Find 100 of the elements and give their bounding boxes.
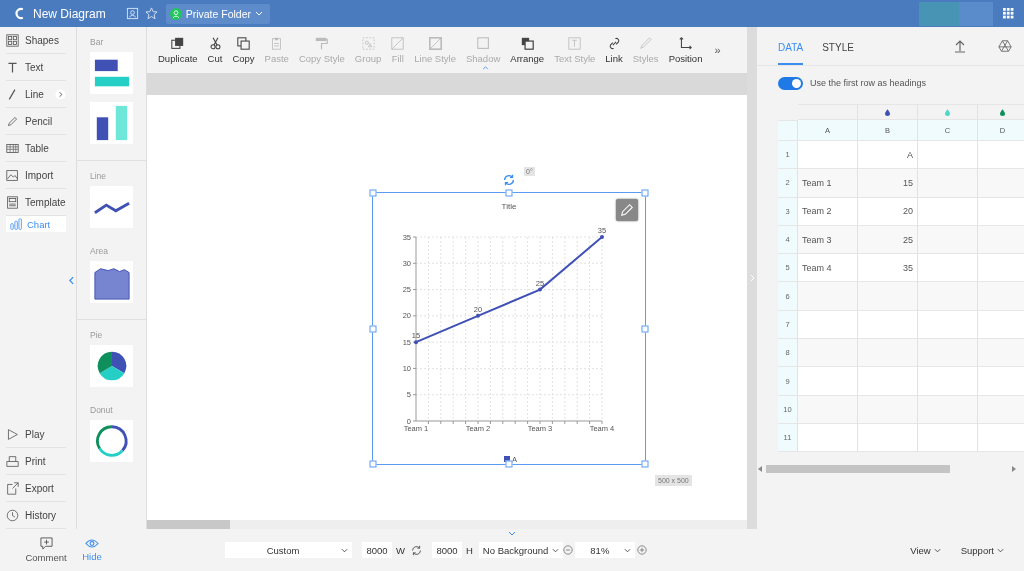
table-cell[interactable] [918,367,978,396]
toolbar-button[interactable]: Cut [207,36,223,64]
series-color-cell[interactable] [918,104,978,120]
toolbar-button[interactable]: Position [668,36,703,64]
table-cell[interactable]: Team 4 [798,254,858,283]
table-cell[interactable]: 25 [858,225,918,255]
table-cell[interactable] [858,423,918,453]
toggle-switch[interactable] [778,76,803,90]
selection-frame[interactable] [372,192,646,465]
apps-grid-icon[interactable] [1003,8,1014,19]
scrollbar-thumb[interactable] [147,520,230,529]
table-cell[interactable]: 20 [858,197,918,226]
table-cell[interactable] [978,367,1024,396]
resize-handle[interactable] [369,460,377,468]
table-cell[interactable]: 35 [858,254,918,283]
scroll-right-icon[interactable] [1012,465,1016,472]
resize-handle[interactable] [641,460,649,468]
rotate-handle-icon[interactable] [502,173,516,187]
page-size-select[interactable]: Custom [225,542,352,558]
table-cell[interactable] [978,169,1024,198]
swap-icon[interactable] [410,544,422,556]
table-cell[interactable] [978,423,1024,453]
resize-handle[interactable] [369,325,377,332]
panel-tab[interactable]: STYLE [822,27,854,65]
table-cell[interactable] [798,339,858,368]
more-tools-button[interactable]: » [714,44,721,56]
chart-thumbnail[interactable] [90,420,133,462]
table-cell[interactable] [978,254,1024,283]
color-drop-icon[interactable] [1000,108,1005,116]
resize-handle[interactable] [641,189,649,197]
table-cell[interactable] [798,310,858,340]
color-drop-icon[interactable] [945,108,950,116]
table-cell[interactable] [798,367,858,396]
sidebar-item[interactable]: Shapes [6,27,66,54]
table-cell[interactable] [918,282,978,311]
edit-button[interactable] [616,199,638,221]
table-cell[interactable] [798,395,858,424]
toolbar-button[interactable]: Copy [232,36,255,64]
collapse-icon[interactable] [69,276,74,285]
width-field[interactable]: 8000 [362,542,392,558]
toolbar-button[interactable]: Link [605,36,623,64]
table-cell[interactable]: Team 2 [798,197,858,226]
sidebar-item[interactable]: Print [6,448,66,475]
sidebar-item[interactable]: Text [6,54,66,81]
table-cell[interactable] [918,254,978,283]
color-drop-icon[interactable] [885,108,890,116]
sidebar-item[interactable]: Pencil [6,108,66,135]
expand-icon[interactable] [508,531,516,536]
chart-thumbnail[interactable] [90,345,133,387]
table-cell[interactable]: Team 1 [798,169,858,198]
scrollbar-thumb[interactable] [766,464,950,473]
collapse-icon[interactable] [482,66,489,70]
table-cell[interactable] [918,310,978,340]
table-cell[interactable] [858,395,918,424]
sidebar-item[interactable]: Chart [6,216,66,232]
series-color-cell[interactable] [858,104,918,120]
table-cell[interactable] [798,423,858,453]
table-cell[interactable]: A [858,141,918,170]
table-cell[interactable] [798,141,858,170]
table-cell[interactable] [918,141,978,170]
table-cell[interactable] [858,339,918,368]
background-select[interactable]: No Background [478,542,564,558]
upload-icon[interactable] [953,39,967,53]
table-cell[interactable]: Team 3 [798,225,858,255]
table-cell[interactable] [978,339,1024,368]
table-cell[interactable] [978,141,1024,170]
resize-handle[interactable] [369,189,377,197]
chart-thumbnail[interactable] [90,186,133,228]
sidebar-item[interactable]: Line [6,81,66,108]
table-cell[interactable] [858,310,918,340]
resize-handle[interactable] [641,325,649,332]
sidebar-item[interactable]: Table [6,135,66,162]
table-cell[interactable] [918,339,978,368]
table-cell[interactable] [978,310,1024,340]
table-cell[interactable]: 15 [858,169,918,198]
table-cell[interactable] [978,395,1024,424]
table-cell[interactable] [858,367,918,396]
chart-thumbnail[interactable] [90,261,133,303]
table-cell[interactable] [918,225,978,255]
table-cell[interactable] [918,395,978,424]
table-cell[interactable] [978,197,1024,226]
table-cell[interactable] [798,282,858,311]
sidebar-item[interactable]: Play [6,421,66,448]
chart-thumbnail[interactable] [90,102,133,144]
star-icon[interactable] [144,7,158,20]
share-icon[interactable] [125,7,139,20]
table-cell[interactable] [918,197,978,226]
comment-button[interactable]: Comment [23,537,69,563]
sidebar-item[interactable]: Import [6,162,66,189]
sidebar-item[interactable]: Export [6,475,66,502]
resize-handle[interactable] [505,189,513,197]
series-color-cell[interactable] [978,104,1024,120]
table-cell[interactable] [858,282,918,311]
support-menu[interactable]: Support [960,544,1004,556]
drive-icon[interactable] [998,39,1012,53]
chart-thumbnail[interactable] [90,52,133,94]
chevron-right-icon[interactable] [55,88,66,100]
table-cell[interactable] [978,282,1024,311]
resize-handle[interactable] [505,460,513,468]
series-color-cell[interactable] [798,104,858,120]
